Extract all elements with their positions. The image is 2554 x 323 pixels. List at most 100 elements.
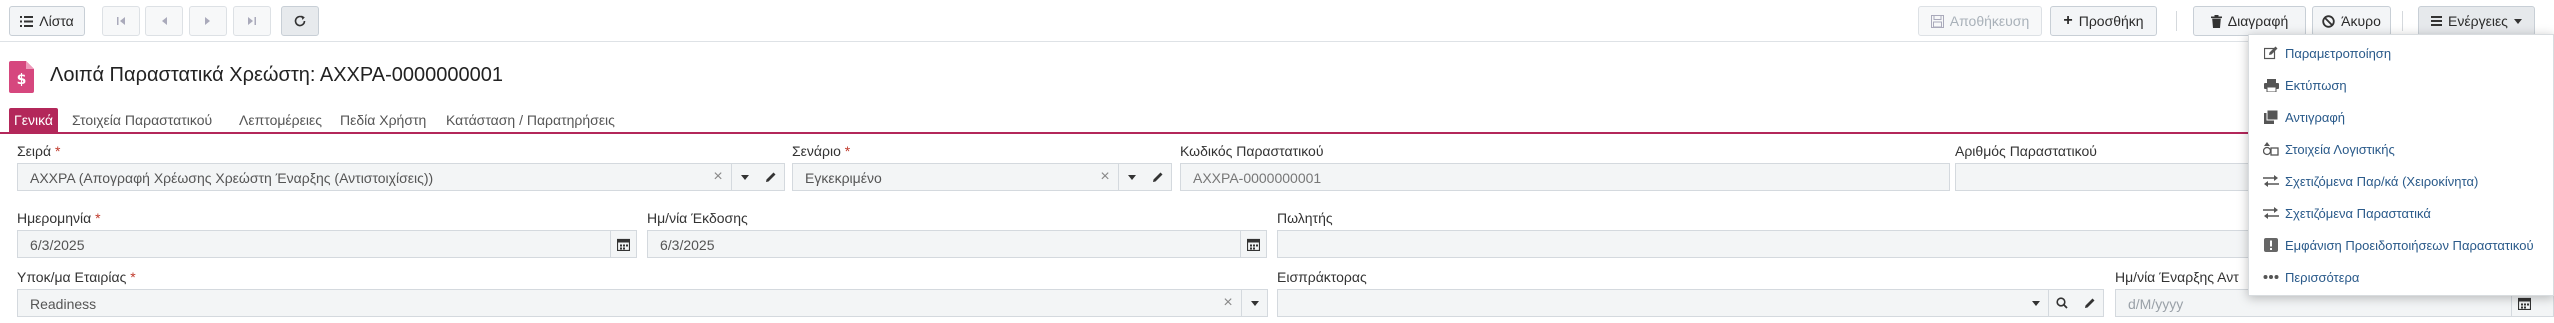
- menu-item-label: Παραμετροποίηση: [2285, 46, 2392, 61]
- collector-label: Εισπράκτορας: [1277, 269, 1367, 285]
- ban-icon: [2322, 14, 2335, 28]
- scenario-value: Εγκεκριμένο: [805, 170, 882, 186]
- menu-item-label: Στοιχεία Λογιστικής: [2285, 142, 2395, 157]
- edit-icon[interactable]: [2076, 290, 2103, 316]
- save-button-label: Αποθήκευση: [1949, 13, 2030, 29]
- doc-number-label: Αριθμός Παραστατικού: [1955, 143, 2097, 159]
- menu-item-label: Εμφάνιση Προειδοποιήσεων Παραστατικού: [2285, 238, 2534, 253]
- copy-icon: [2261, 108, 2281, 126]
- previous-record-button[interactable]: [145, 6, 183, 36]
- tab-line-details[interactable]: Λεπτομέρειες: [234, 108, 327, 132]
- tab-document-details[interactable]: Στοιχεία Παραστατικού: [67, 108, 217, 132]
- menu-item-customize[interactable]: Παραμετροποίηση: [2249, 39, 2554, 67]
- search-icon[interactable]: [2048, 290, 2075, 316]
- more-icon: [2261, 268, 2281, 286]
- tab-bar: Γενικά Στοιχεία Παραστατικού Λεπτομέρειε…: [0, 108, 2554, 134]
- last-record-button[interactable]: [233, 6, 271, 36]
- dropdown-arrow-icon[interactable]: [2025, 290, 2047, 316]
- date-value: 6/3/2025: [30, 237, 85, 253]
- issue-date-value: 6/3/2025: [660, 237, 715, 253]
- menu-item-label: Σχετιζόμενα Παραστατικά: [2285, 206, 2431, 221]
- menu-item-label: Περισσότερα: [2285, 270, 2360, 285]
- menu-item-show-warnings[interactable]: Εμφάνιση Προειδοποιήσεων Παραστατικού: [2249, 231, 2554, 259]
- exchange-icon: [2261, 172, 2281, 190]
- tab-user-fields[interactable]: Πεδία Χρήστη: [335, 108, 431, 132]
- series-label: Σειρά *: [17, 143, 61, 159]
- menu-item-related-documents[interactable]: Σχετιζόμενα Παραστατικά: [2249, 199, 2554, 227]
- exchange-icon: [2261, 204, 2281, 222]
- collector-field[interactable]: [1277, 289, 2104, 317]
- issue-date-label: Ημ/νία Έκδοσης: [647, 210, 748, 226]
- issue-date-field[interactable]: 6/3/2025: [647, 230, 1267, 258]
- cancel-button[interactable]: Άκυρο: [2312, 6, 2391, 36]
- start-date-placeholder: d/M/yyyy: [2128, 296, 2184, 312]
- date-field[interactable]: 6/3/2025: [17, 230, 637, 258]
- list-icon: [20, 15, 34, 27]
- dropdown-arrow-icon[interactable]: [731, 164, 757, 190]
- edit-icon[interactable]: [758, 164, 784, 190]
- last-icon: [248, 17, 256, 25]
- menu-item-copy[interactable]: Αντιγραφή: [2249, 103, 2554, 131]
- branch-label: Υποκ/μα Εταιρίας *: [17, 269, 136, 285]
- actions-dropdown-menu: Παραμετροποίηση Εκτύπωση Αντιγραφή Στοιχ…: [2248, 34, 2554, 296]
- menu-item-label: Σχετιζόμενα Παρ/κά (Χειροκίνητα): [2285, 174, 2479, 189]
- caret-down-icon: [2513, 18, 2522, 24]
- refresh-button[interactable]: [281, 6, 319, 36]
- warning-icon: [2261, 236, 2281, 254]
- clear-icon[interactable]: ×: [708, 164, 728, 190]
- list-button[interactable]: Λίστα: [9, 6, 85, 36]
- first-record-button[interactable]: [102, 6, 140, 36]
- clear-icon[interactable]: ×: [1218, 290, 1238, 316]
- actions-button-label: Ενέργειες: [2448, 13, 2508, 29]
- dropdown-arrow-icon[interactable]: [1241, 290, 1267, 316]
- save-button[interactable]: Αποθήκευση: [1918, 6, 2042, 36]
- edit-icon: [2261, 44, 2281, 62]
- dropdown-arrow-icon[interactable]: [1118, 164, 1144, 190]
- save-icon: [1930, 14, 1944, 28]
- menu-item-more[interactable]: Περισσότερα: [2249, 263, 2554, 291]
- trash-icon: [2210, 14, 2222, 28]
- calendar-icon[interactable]: [1240, 231, 1266, 257]
- branch-value: Readiness: [30, 296, 97, 312]
- next-icon: [205, 17, 210, 25]
- list-button-label: Λίστα: [39, 13, 74, 29]
- menu-item-print[interactable]: Εκτύπωση: [2249, 71, 2554, 99]
- tab-general[interactable]: Γενικά: [9, 108, 58, 132]
- refresh-icon: [294, 15, 306, 27]
- calendar-icon[interactable]: [610, 231, 636, 257]
- plus-icon: +: [2063, 12, 2073, 29]
- tab-status-notes[interactable]: Κατάσταση / Παρατηρήσεις: [441, 108, 620, 132]
- add-button-label: Προσθήκη: [2078, 13, 2144, 29]
- seller-label: Πωλητής: [1277, 210, 1333, 226]
- add-button[interactable]: + Προσθήκη: [2050, 6, 2157, 36]
- edit-icon[interactable]: [1145, 164, 1171, 190]
- menu-icon: [2431, 16, 2443, 26]
- scenario-label: Σενάριο *: [792, 143, 851, 159]
- series-field[interactable]: ΑΧΧΡΑ (Απογραφή Χρέωσης Χρεώστη Έναρξης …: [17, 163, 785, 191]
- first-icon: [117, 17, 125, 25]
- date-label: Ημερομηνία *: [17, 210, 101, 226]
- menu-item-accounting[interactable]: Στοιχεία Λογιστικής: [2249, 135, 2554, 163]
- start-date-label: Ημ/νία Έναρξης Αντ: [2115, 269, 2239, 285]
- branch-field[interactable]: Readiness ×: [17, 289, 1268, 317]
- accounting-icon: [2261, 140, 2281, 158]
- menu-item-related-manual[interactable]: Σχετιζόμενα Παρ/κά (Χειροκίνητα): [2249, 167, 2554, 195]
- delete-button[interactable]: Διαγραφή: [2193, 6, 2306, 36]
- clear-icon[interactable]: ×: [1095, 164, 1115, 190]
- toolbar-separator: [2176, 11, 2177, 31]
- doc-code-label: Κωδικός Παραστατικού: [1180, 143, 1324, 159]
- delete-button-label: Διαγραφή: [2227, 13, 2289, 29]
- previous-icon: [162, 17, 167, 25]
- toolbar-separator: [2402, 11, 2403, 31]
- scenario-field[interactable]: Εγκεκριμένο ×: [792, 163, 1172, 191]
- actions-button[interactable]: Ενέργειες: [2418, 6, 2535, 36]
- next-record-button[interactable]: [189, 6, 227, 36]
- series-value: ΑΧΧΡΑ (Απογραφή Χρέωσης Χρεώστη Έναρξης …: [30, 170, 434, 186]
- doc-code-field: ΑΧΧΡΑ-0000000001: [1180, 163, 1950, 191]
- toolbar: Λίστα Αποθήκευση + Προσθήκη Διαγραφή Άκυ…: [0, 0, 2554, 42]
- svg-text:$: $: [17, 72, 27, 88]
- menu-item-label: Εκτύπωση: [2285, 78, 2347, 93]
- cancel-button-label: Άκυρο: [2341, 13, 2381, 29]
- document-icon: $: [9, 61, 34, 93]
- page-title: Λοιπά Παραστατικά Χρεώστη: ΑΧΧΡΑ-0000000…: [50, 64, 503, 86]
